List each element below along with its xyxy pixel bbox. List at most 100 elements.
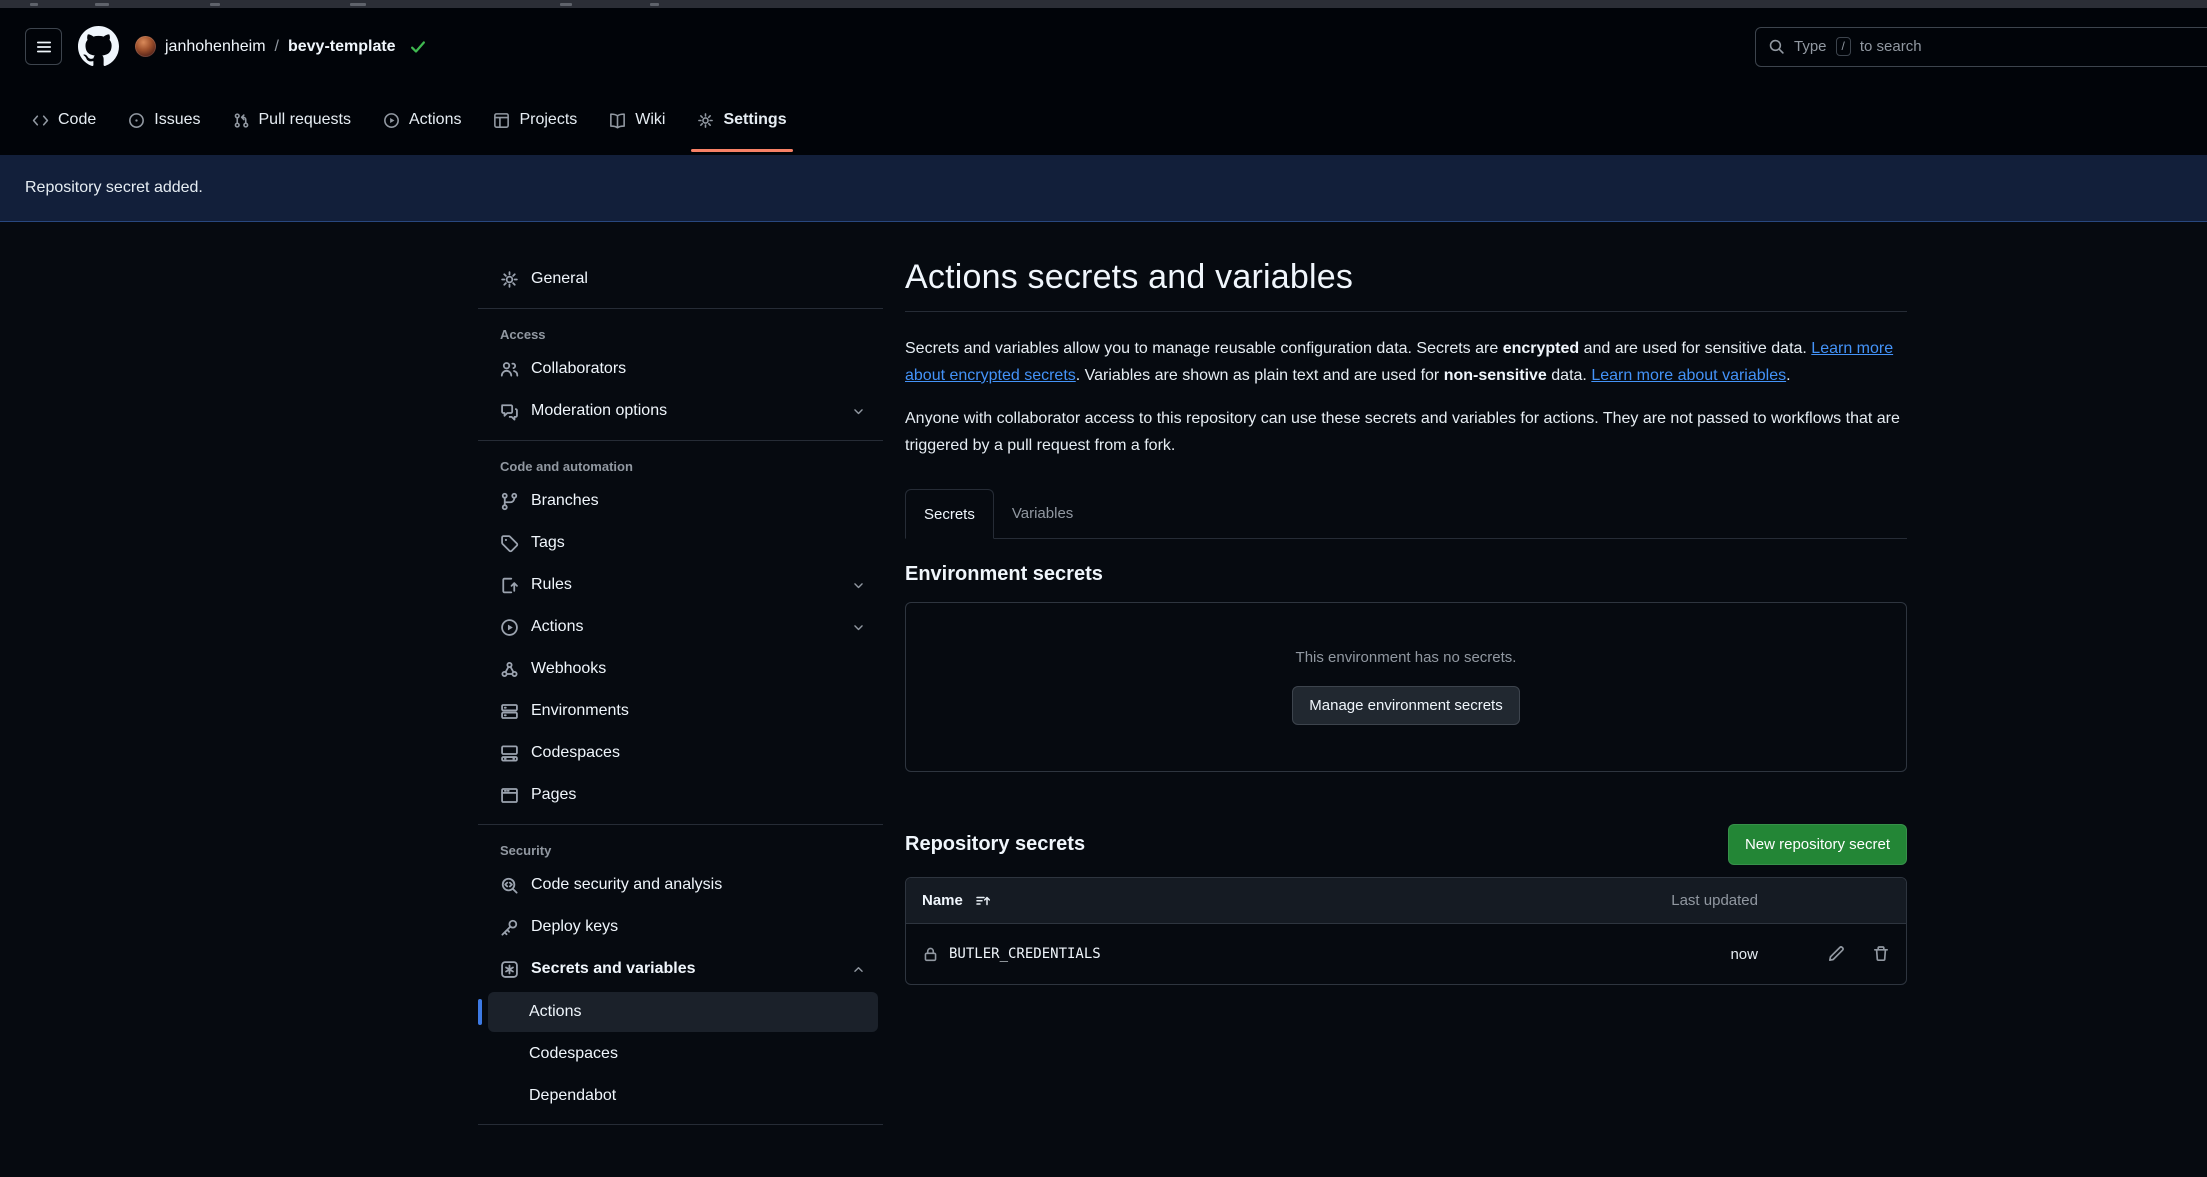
tab-secrets[interactable]: Secrets	[905, 489, 994, 539]
intro-bold-encrypted: encrypted	[1503, 340, 1579, 357]
manage-environment-secrets-button[interactable]: Manage environment secrets	[1292, 686, 1519, 725]
intro-text: Secrets and variables allow you to manag…	[905, 340, 1503, 357]
sidebar-item-label: Webhooks	[531, 660, 606, 678]
rules-icon	[500, 576, 519, 595]
chrome-fragment	[210, 3, 220, 6]
tab-projects[interactable]: Projects	[477, 85, 593, 155]
webhook-icon	[500, 660, 519, 679]
tab-actions[interactable]: Actions	[367, 85, 477, 155]
sidebar-item-collaborators[interactable]: Collaborators	[488, 348, 878, 390]
sidebar-divider	[478, 1124, 883, 1125]
new-repository-secret-button[interactable]: New repository secret	[1728, 824, 1907, 865]
sidebar-item-code-security[interactable]: Code security and analysis	[488, 864, 878, 906]
secret-asterisk-icon	[500, 960, 519, 979]
sidebar-item-deploy-keys[interactable]: Deploy keys	[488, 906, 878, 948]
chrome-fragment	[560, 3, 572, 6]
search-icon	[1768, 38, 1785, 55]
sidebar-item-label: Secrets and variables	[531, 960, 696, 978]
environment-secrets-heading: Environment secrets	[905, 563, 1907, 586]
slash-keycap: /	[1836, 37, 1851, 56]
repository-secrets-heading: Repository secrets	[905, 833, 1085, 856]
code-icon	[32, 112, 49, 129]
sort-ascending-icon[interactable]	[975, 893, 991, 909]
lock-icon	[922, 946, 939, 963]
intro-text: data.	[1547, 367, 1591, 384]
repository-secrets-header: Repository secrets New repository secret	[905, 824, 1907, 865]
flash-banner: Repository secret added.	[0, 155, 2207, 222]
tab-label: Actions	[409, 111, 461, 129]
tab-pull-requests[interactable]: Pull requests	[217, 85, 368, 155]
tab-settings[interactable]: Settings	[681, 85, 802, 155]
sidebar-item-label: Tags	[531, 534, 565, 552]
breadcrumb-owner-link[interactable]: janhohenheim	[165, 38, 266, 56]
sidebar-subitem-wrap: Codespaces	[488, 1034, 878, 1074]
sidebar-item-label: Deploy keys	[531, 918, 618, 936]
sidebar-subitem-codespaces[interactable]: Codespaces	[488, 1034, 878, 1074]
sidebar-item-environments[interactable]: Environments	[488, 690, 878, 732]
sidebar-item-general[interactable]: General	[488, 258, 878, 300]
play-icon	[383, 112, 400, 129]
sidebar-item-moderation-options[interactable]: Moderation options	[488, 390, 878, 432]
chevron-down-icon	[851, 620, 866, 635]
tab-label: Wiki	[635, 111, 665, 129]
secrets-variables-tabnav: Secrets Variables	[905, 489, 1907, 539]
git-pull-request-icon	[233, 112, 250, 129]
delete-secret-button[interactable]	[1872, 945, 1890, 963]
commit-status-check-icon[interactable]	[409, 38, 427, 56]
edit-secret-button[interactable]	[1827, 945, 1845, 963]
main-content: Actions secrets and variables Secrets an…	[905, 258, 1907, 985]
repo-tab-nav: Code Issues Pull requests Actions Projec…	[0, 85, 2207, 155]
sidebar-divider	[478, 824, 883, 825]
sidebar-item-branches[interactable]: Branches	[488, 480, 878, 522]
tab-wiki[interactable]: Wiki	[593, 85, 681, 155]
sidebar-item-webhooks[interactable]: Webhooks	[488, 648, 878, 690]
tab-code[interactable]: Code	[16, 85, 112, 155]
chevron-down-icon	[851, 404, 866, 419]
hamburger-icon	[35, 38, 53, 56]
flash-message: Repository secret added.	[25, 179, 203, 197]
hamburger-menu-button[interactable]	[25, 28, 62, 65]
github-settings-page: janhohenheim / bevy-template Type / to s…	[0, 0, 2207, 1177]
sidebar-subitem-dependabot[interactable]: Dependabot	[488, 1076, 878, 1116]
intro-text: and are used for sensitive data.	[1579, 340, 1811, 357]
sidebar-item-actions[interactable]: Actions	[488, 606, 878, 648]
secret-last-updated: now	[1666, 946, 1758, 963]
sidebar-item-label: Moderation options	[531, 402, 667, 420]
link-learn-variables[interactable]: Learn more about variables	[1591, 367, 1786, 384]
chevron-up-icon	[851, 962, 866, 977]
page-title: Actions secrets and variables	[905, 258, 1907, 312]
sidebar-subitem-wrap: Dependabot	[488, 1076, 878, 1116]
breadcrumb-repo-link[interactable]: bevy-template	[288, 38, 396, 56]
sidebar-item-codespaces[interactable]: Codespaces	[488, 732, 878, 774]
sidebar-section-title-code-automation: Code and automation	[488, 449, 883, 480]
server-icon	[500, 702, 519, 721]
sidebar-subitem-label: Codespaces	[529, 1045, 618, 1063]
chrome-fragment	[95, 3, 109, 6]
sidebar-item-rules[interactable]: Rules	[488, 564, 878, 606]
intro-text: .	[1786, 367, 1790, 384]
sidebar-subitem-actions[interactable]: Actions	[488, 992, 878, 1032]
tab-issues[interactable]: Issues	[112, 85, 216, 155]
intro-paragraph: Secrets and variables allow you to manag…	[905, 335, 1907, 389]
repository-secrets-table: Name Last updated BUTLER_CREDENTIALS now	[905, 877, 1907, 985]
sidebar-item-label: Pages	[531, 786, 576, 804]
intro-text: . Variables are shown as plain text and …	[1076, 367, 1444, 384]
codescan-icon	[500, 876, 519, 895]
sidebar-item-pages[interactable]: Pages	[488, 774, 878, 816]
search-input[interactable]: Type / to search	[1755, 27, 2207, 67]
table-header-row: Name Last updated	[906, 878, 1906, 924]
sidebar-item-tags[interactable]: Tags	[488, 522, 878, 564]
sidebar-section-title-security: Security	[488, 833, 883, 864]
settings-layout: General Access Collaborators Moderation …	[0, 222, 2207, 1133]
avatar[interactable]	[135, 36, 156, 57]
table-icon	[493, 112, 510, 129]
trash-icon	[1872, 945, 1890, 963]
sidebar-item-secrets-and-variables[interactable]: Secrets and variables	[488, 948, 878, 990]
search-placeholder-prefix: Type	[1794, 38, 1827, 55]
tab-variables[interactable]: Variables	[994, 489, 1091, 537]
sidebar-section-title-access: Access	[488, 317, 883, 348]
chrome-fragment	[30, 3, 38, 6]
settings-sidebar: General Access Collaborators Moderation …	[478, 258, 883, 1133]
github-logo[interactable]	[78, 26, 119, 67]
tab-label: Pull requests	[259, 111, 352, 129]
